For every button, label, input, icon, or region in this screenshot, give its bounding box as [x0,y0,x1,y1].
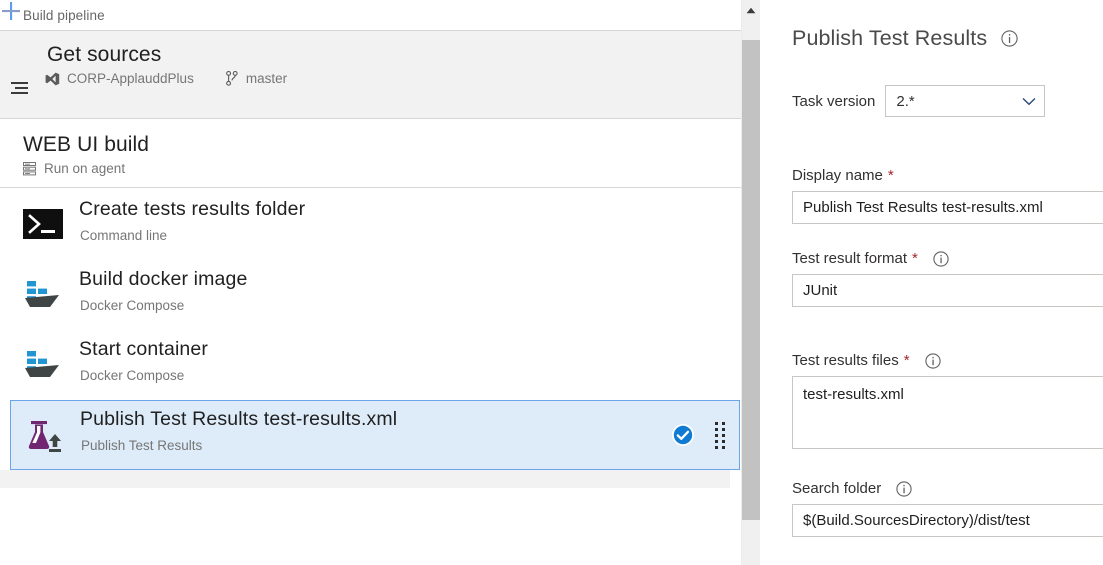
search-folder-input[interactable]: $(Build.SourcesDirectory)/dist/test [792,504,1103,537]
branch-icon [225,71,238,86]
task-subtitle: Docker Compose [80,298,185,313]
scrollbar-thumb[interactable] [742,40,760,520]
task-subtitle: Publish Test Results [81,438,203,453]
pipeline-phase-web-ui-build[interactable]: WEB UI build Run on agent [0,119,741,187]
check-circle-icon [671,423,695,447]
azure-devops-pipeline-editor: Build pipeline Get sources CORP-Applaudd [0,0,1103,565]
test-results-files-value: test-results.xml [803,386,904,403]
page-title: Publish Test Results [792,26,1018,51]
task-list-footer-strip [0,470,730,488]
phase-subtitle: Run on agent [23,161,125,176]
drag-handle-icon[interactable] [714,421,726,451]
pipeline-item-get-sources[interactable]: Get sources CORP-ApplauddPlus master [0,31,741,118]
vertical-scrollbar[interactable] [741,0,760,565]
field-label: Test results files * [792,352,1103,369]
display-name-value: Publish Test Results test-results.xml [803,199,1043,216]
repository-name: CORP-ApplauddPlus [67,71,194,86]
display-name-input[interactable]: Publish Test Results test-results.xml [792,191,1103,224]
field-label-text: Test results files [792,352,899,369]
pipeline-task-list-pane: Build pipeline Get sources CORP-Applaudd [0,0,741,565]
task-row[interactable]: Create tests results folder Command line [0,190,741,260]
test-results-files-textarea[interactable]: test-results.xml [792,376,1103,449]
task-details-pane: Publish Test Results Task version 2.* Di… [760,0,1103,565]
task-title: Build docker image [79,268,248,290]
test-result-format-select[interactable]: JUnit [792,274,1103,307]
task-row[interactable]: Build docker image Docker Compose [0,260,741,330]
field-test-results-files: Test results files * test-results.xml [792,352,1103,449]
info-icon[interactable] [1001,30,1018,47]
phase-title: WEB UI build [23,133,150,156]
info-icon[interactable] [933,250,949,267]
task-version-row: Task version 2.* [792,85,1046,117]
breadcrumb[interactable]: Build pipeline [23,0,105,30]
required-marker: * [912,250,918,267]
field-display-name: Display name * Publish Test Results test… [792,167,1103,224]
branch-info: master [225,71,288,86]
field-label: Display name * [792,167,1103,184]
field-search-folder: Search folder $(Build.SourcesDirectory)/… [792,480,1103,537]
branch-name: master [245,71,288,86]
align-list-icon [10,80,34,98]
field-label-text: Search folder [792,480,882,497]
breadcrumb-label: Build pipeline [23,7,105,23]
task-title: Create tests results folder [79,198,306,220]
docker-compose-icon [23,344,63,384]
task-row[interactable]: Start container Docker Compose [0,330,741,400]
task-title: Start container [79,338,209,360]
divider-phase [0,187,741,188]
panel-title-label: Publish Test Results [792,26,988,50]
field-label-text: Display name [792,167,883,184]
task-version-value: 2.* [896,92,915,110]
field-label: Search folder [792,480,1103,497]
search-folder-value: $(Build.SourcesDirectory)/dist/test [803,512,1030,529]
publish-test-results-flask-icon [24,415,64,455]
caret-up-icon[interactable] [742,0,760,20]
get-sources-title: Get sources [47,43,162,66]
docker-compose-icon [23,274,63,314]
task-row-selected-publish-test-results[interactable]: Publish Test Results test-results.xml Pu… [10,400,740,470]
phase-subtitle-label: Run on agent [44,161,126,176]
field-test-result-format: Test result format * JUnit [792,250,1103,307]
info-icon[interactable] [924,352,941,369]
task-subtitle: Command line [80,228,168,243]
agent-server-icon [23,161,36,176]
get-sources-subtitle: CORP-ApplauddPlus master [45,71,287,86]
add-task-button[interactable] [0,0,741,22]
task-version-dropdown[interactable]: 2.* [885,85,1046,117]
task-version-label: Task version [792,92,876,110]
chevron-down-icon [1022,97,1036,106]
info-icon[interactable] [896,480,912,497]
field-label-text: Test result format [792,250,908,267]
field-label: Test result format * [792,250,1103,267]
task-title: Publish Test Results test-results.xml [80,408,398,430]
visualstudio-repo-icon [45,72,60,86]
test-result-format-value: JUnit [803,282,838,299]
required-marker: * [903,352,910,369]
task-subtitle: Docker Compose [80,368,185,383]
required-marker: * [887,167,894,184]
command-line-icon [23,204,63,244]
